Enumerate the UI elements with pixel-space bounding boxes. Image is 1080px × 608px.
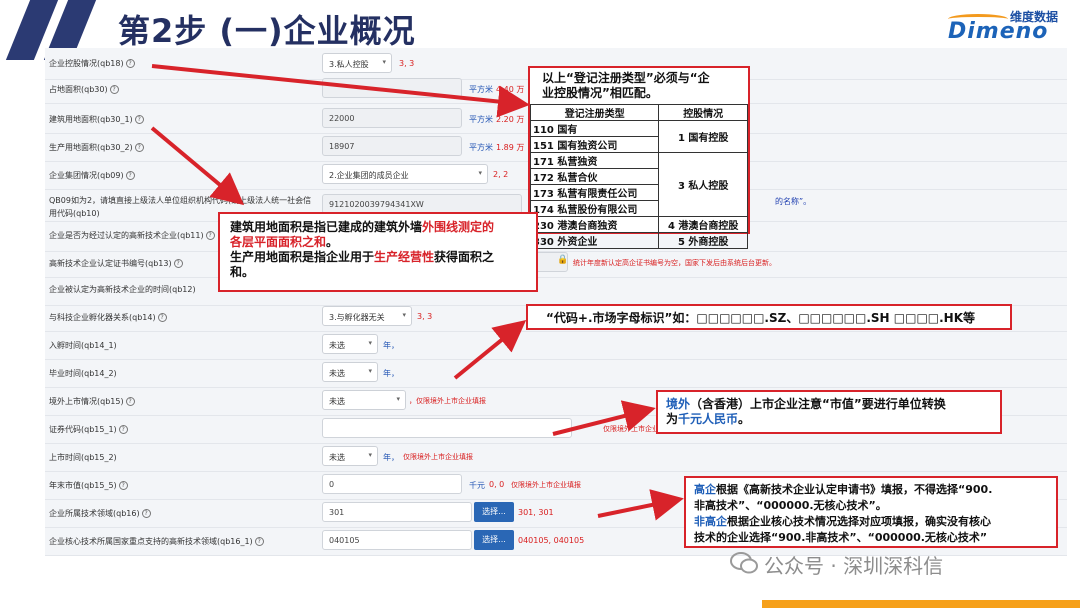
callout-text: 以上“登记注册类型”必须与“企: [542, 71, 710, 85]
arrow-to-area: [150, 126, 245, 206]
table-cell: 110 国有: [529, 120, 660, 137]
wechat-icon: [730, 552, 758, 574]
table-cell: 330 外资企业: [529, 232, 660, 249]
table-cell: 173 私营有限责任公司: [529, 184, 660, 201]
market-value-callout: 境外（含香港）上市企业注意“市值”要进行单位转换 为千元人民币。: [656, 390, 1002, 434]
watermark-text: 公众号 · 深圳深科信: [764, 554, 944, 578]
table-cell: 3 私人控股: [658, 152, 748, 217]
arrow-to-code: [453, 319, 527, 380]
table-header: 控股情况: [658, 104, 748, 121]
table-cell: 1 国有控股: [658, 120, 748, 153]
callout-text: 业控股情况”相匹配。: [542, 86, 658, 100]
table-header: 登记注册类型: [529, 104, 660, 121]
registration-table: 登记注册类型 控股情况 110 国有 1 国有控股 151 国有独资公司 171…: [529, 104, 748, 249]
table-cell: 4 港澳台商控股: [658, 216, 748, 233]
callout-text: “代码+.市场字母标识”如：□□□□□□.SZ、□□□□□□.SH □□□□.H…: [546, 311, 976, 325]
arrow-to-registration: [151, 64, 530, 118]
table-row: 110 国有 1 国有控股: [529, 120, 748, 153]
table-cell: 172 私营合伙: [529, 168, 660, 185]
table-cell: 174 私营股份有限公司: [529, 200, 660, 217]
tech-domain-callout: 高企根据《高新技术企业认定申请书》填报，不得选择“900. 非高技术”、“000…: [684, 476, 1058, 548]
arrow-to-market: [552, 400, 656, 436]
stock-code-callout: “代码+.市场字母标识”如：□□□□□□.SZ、□□□□□□.SH □□□□.H…: [526, 304, 1012, 330]
table-row: 330 外资企业 5 外商控股: [529, 232, 748, 249]
table-cell: 5 外商控股: [658, 232, 748, 249]
table-row: 171 私营独资 3 私人控股: [529, 152, 748, 217]
table-header-row: 登记注册类型 控股情况: [529, 104, 748, 121]
table-row: 230 港澳台商独资 4 港澳台商控股: [529, 216, 748, 233]
registration-type-callout: 以上“登记注册类型”必须与“企 业控股情况”相匹配。 登记注册类型 控股情况 1…: [528, 66, 750, 249]
bottom-accent-bar: [762, 600, 1080, 608]
table-cell: 151 国有独资公司: [529, 136, 660, 153]
table-cell: 230 港澳台商独资: [529, 216, 660, 233]
table-cell: 171 私营独资: [529, 152, 660, 169]
arrow-to-tech: [597, 489, 684, 521]
area-definition-callout: 建筑用地面积是指已建成的建筑外墙外围线测定的 各层平面面积之和。 生产用地面积是…: [218, 212, 538, 292]
